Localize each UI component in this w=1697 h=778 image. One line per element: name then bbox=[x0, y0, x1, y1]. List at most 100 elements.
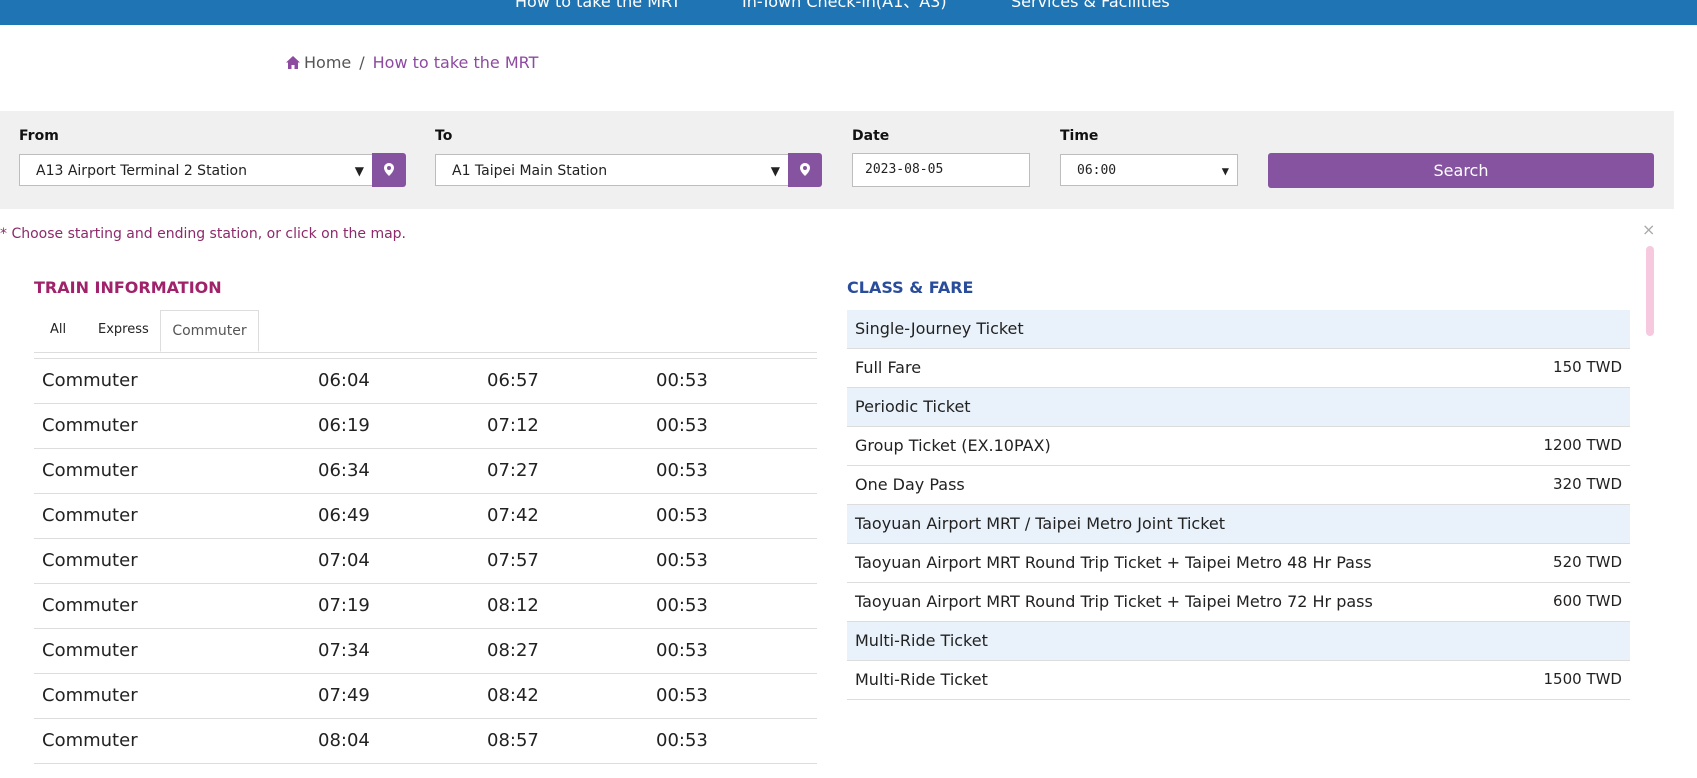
top-nav: How to take the MRT In-Town Check-in(A1、… bbox=[0, 0, 1697, 25]
duration-cell: 00:53 bbox=[656, 640, 708, 661]
train-info-title: TRAIN INFORMATION bbox=[34, 278, 222, 297]
fare-row: Multi-Ride Ticket 1500 TWD bbox=[847, 661, 1630, 700]
departure-time-cell: 06:49 bbox=[318, 505, 370, 526]
nav-item-how-to-take-mrt[interactable]: How to take the MRT bbox=[515, 0, 681, 12]
train-row: Commuter 07:34 08:27 00:53 bbox=[34, 629, 817, 674]
duration-cell: 00:53 bbox=[656, 505, 708, 526]
tab-all[interactable]: All bbox=[50, 310, 66, 352]
station-hint: * Choose starting and ending station, or… bbox=[0, 226, 407, 242]
fare-price: 320 TWD bbox=[1553, 475, 1622, 493]
arrival-time-cell: 07:42 bbox=[487, 505, 539, 526]
fare-category-row: Periodic Ticket bbox=[847, 388, 1630, 427]
train-row: Commuter 06:34 07:27 00:53 bbox=[34, 449, 817, 494]
arrival-time-cell: 08:12 bbox=[487, 595, 539, 616]
fare-category-name: Multi-Ride Ticket bbox=[855, 631, 988, 650]
chevron-down-icon: ▼ bbox=[354, 164, 364, 178]
departure-time-cell: 06:19 bbox=[318, 415, 370, 436]
train-table: Commuter 06:04 06:57 00:53 Commuter 06:19 07:1… bbox=[34, 358, 817, 778]
train-type-cell: Commuter bbox=[42, 505, 138, 526]
home-icon bbox=[286, 53, 300, 75]
map-pin-icon bbox=[384, 161, 394, 180]
arrival-time-cell: 07:27 bbox=[487, 460, 539, 481]
date-input[interactable]: 2023-08-05 bbox=[852, 153, 1030, 187]
duration-cell: 00:53 bbox=[656, 730, 708, 751]
nav-item-in-town-check-in[interactable]: In-Town Check-in(A1、A3) bbox=[742, 0, 947, 12]
duration-cell: 00:53 bbox=[656, 370, 708, 391]
fare-row: Full Fare 150 TWD bbox=[847, 349, 1630, 388]
breadcrumb-current: How to take the MRT bbox=[372, 53, 539, 72]
train-row: Commuter 07:49 08:42 00:53 bbox=[34, 674, 817, 719]
fare-row: Group Ticket (EX.10PAX) 1200 TWD bbox=[847, 427, 1630, 466]
breadcrumb: Home / How to take the MRT bbox=[286, 52, 538, 75]
to-station-select[interactable]: A1 Taipei Main Station ▼ bbox=[435, 154, 789, 186]
departure-time-cell: 07:49 bbox=[318, 685, 370, 706]
search-button[interactable]: Search bbox=[1268, 153, 1654, 188]
train-type-cell: Commuter bbox=[42, 685, 138, 706]
fare-price: 1200 TWD bbox=[1543, 436, 1623, 454]
fare-name: Multi-Ride Ticket bbox=[855, 670, 988, 689]
duration-cell: 00:53 bbox=[656, 550, 708, 571]
train-row: Commuter 07:19 08:12 00:53 bbox=[34, 584, 817, 629]
arrival-time-cell: 07:57 bbox=[487, 550, 539, 571]
nav-item-services-facilities[interactable]: Services & Facilities bbox=[1011, 0, 1170, 12]
arrival-time-cell: 08:27 bbox=[487, 640, 539, 661]
time-label: Time bbox=[1060, 128, 1099, 144]
from-station-select[interactable]: A13 Airport Terminal 2 Station ▼ bbox=[19, 154, 373, 186]
from-station-value: A13 Airport Terminal 2 Station bbox=[36, 163, 247, 179]
tab-commuter[interactable]: Commuter bbox=[160, 310, 259, 352]
breadcrumb-separator: / bbox=[359, 53, 365, 72]
fare-name: Group Ticket (EX.10PAX) bbox=[855, 436, 1051, 455]
fare-price: 520 TWD bbox=[1553, 553, 1622, 571]
time-select[interactable]: 06:00 ▼ bbox=[1060, 154, 1238, 186]
train-tabs: All Express Commuter bbox=[34, 310, 817, 353]
fare-row: Taoyuan Airport MRT Round Trip Ticket + … bbox=[847, 544, 1630, 583]
duration-cell: 00:53 bbox=[656, 595, 708, 616]
date-label: Date bbox=[852, 128, 890, 144]
departure-time-cell: 07:34 bbox=[318, 640, 370, 661]
fare-category-row: Taoyuan Airport MRT / Taipei Metro Joint… bbox=[847, 505, 1630, 544]
fare-row: One Day Pass 320 TWD bbox=[847, 466, 1630, 505]
departure-time-cell: 08:04 bbox=[318, 730, 370, 751]
train-row: Commuter 06:49 07:42 00:53 bbox=[34, 494, 817, 539]
fare-name: Full Fare bbox=[855, 358, 922, 377]
tab-express[interactable]: Express bbox=[98, 310, 149, 352]
train-type-cell: Commuter bbox=[42, 415, 138, 436]
fare-name: Taoyuan Airport MRT Round Trip Ticket + … bbox=[855, 592, 1373, 611]
to-map-pin-button[interactable] bbox=[788, 153, 822, 187]
train-row: Commuter 08:04 08:57 00:53 bbox=[34, 719, 817, 764]
to-station-value: A1 Taipei Main Station bbox=[452, 163, 608, 179]
departure-time-cell: 07:19 bbox=[318, 595, 370, 616]
train-row: Commuter 06:19 07:12 00:53 bbox=[34, 404, 817, 449]
close-icon[interactable]: × bbox=[1642, 220, 1655, 239]
fare-category-row: Multi-Ride Ticket bbox=[847, 622, 1630, 661]
departure-time-cell: 07:04 bbox=[318, 550, 370, 571]
train-row: Commuter 06:04 06:57 00:53 bbox=[34, 359, 817, 404]
fare-category-row: Single-Journey Ticket bbox=[847, 310, 1630, 349]
from-label: From bbox=[19, 128, 59, 144]
fare-price: 150 TWD bbox=[1553, 358, 1622, 376]
fare-name: One Day Pass bbox=[855, 475, 965, 494]
arrival-time-cell: 08:57 bbox=[487, 730, 539, 751]
breadcrumb-home-link[interactable]: Home bbox=[304, 53, 351, 72]
chevron-down-icon: ▼ bbox=[770, 164, 780, 178]
fare-price: 600 TWD bbox=[1553, 592, 1622, 610]
train-type-cell: Commuter bbox=[42, 730, 138, 751]
from-map-pin-button[interactable] bbox=[372, 153, 406, 187]
departure-time-cell: 06:04 bbox=[318, 370, 370, 391]
fare-table: Single-Journey Ticket Full Fare 150 TWD Per… bbox=[847, 310, 1630, 700]
time-value: 06:00 bbox=[1077, 163, 1117, 178]
duration-cell: 00:53 bbox=[656, 415, 708, 436]
arrival-time-cell: 08:42 bbox=[487, 685, 539, 706]
train-row: Commuter 07:04 07:57 00:53 bbox=[34, 539, 817, 584]
train-type-cell: Commuter bbox=[42, 460, 138, 481]
fare-category-name: Single-Journey Ticket bbox=[855, 319, 1024, 338]
fare-category-name: Taoyuan Airport MRT / Taipei Metro Joint… bbox=[855, 514, 1226, 533]
train-type-cell: Commuter bbox=[42, 595, 138, 616]
duration-cell: 00:53 bbox=[656, 460, 708, 481]
arrival-time-cell: 07:12 bbox=[487, 415, 539, 436]
fare-title: CLASS & FARE bbox=[847, 278, 974, 297]
departure-time-cell: 06:34 bbox=[318, 460, 370, 481]
fare-price: 1500 TWD bbox=[1543, 670, 1623, 688]
results-scrollbar-thumb[interactable] bbox=[1646, 246, 1654, 336]
train-row: Commuter08:1909:1200:53 bbox=[34, 764, 817, 778]
